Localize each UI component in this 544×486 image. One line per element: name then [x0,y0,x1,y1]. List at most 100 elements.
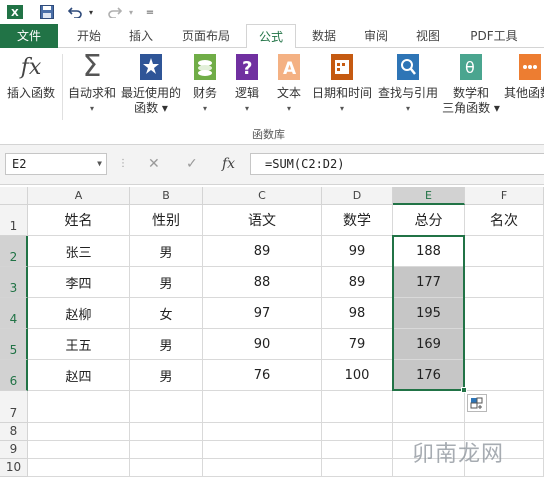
cell-a9[interactable] [28,441,130,459]
chevron-down-icon[interactable]: ▼ [97,154,102,174]
cell-b6[interactable]: 男 [130,360,203,391]
cell-b7[interactable] [130,391,203,423]
cell-b4[interactable]: 女 [130,298,203,329]
cancel-icon[interactable]: ✕ [148,153,160,175]
tab-review[interactable]: 审阅 [356,24,396,48]
cell-e2[interactable]: 188 [393,236,465,267]
cell-b9[interactable] [130,441,203,459]
date-time-button[interactable]: 日期和时间 ▾ [310,52,374,116]
customize-toolbar-button[interactable]: = [144,2,156,22]
cell-e6[interactable]: 176 [393,360,465,391]
cell-e5[interactable]: 169 [393,329,465,360]
redo-icon[interactable] [106,2,124,22]
row-header-9[interactable]: 9 [0,441,28,459]
column-header-c[interactable]: C [203,187,322,205]
cell-d4[interactable]: 98 [322,298,393,329]
cell-d10[interactable] [322,459,393,477]
cell-d1[interactable]: 数学 [322,205,393,236]
cell-e7[interactable] [393,391,465,423]
cell-e4[interactable]: 195 [393,298,465,329]
cell-c10[interactable] [203,459,322,477]
cell-a8[interactable] [28,423,130,441]
redo-dropdown[interactable]: ▾ [126,2,136,22]
cell-f6[interactable] [465,360,544,391]
cell-d6[interactable]: 100 [322,360,393,391]
cell-b10[interactable] [130,459,203,477]
cell-a4[interactable]: 赵柳 [28,298,130,329]
text-button[interactable]: A 文本 ▾ [272,52,306,116]
cell-b8[interactable] [130,423,203,441]
fill-handle[interactable] [461,387,467,393]
column-header-a[interactable]: A [28,187,130,205]
insert-function-fx-icon[interactable]: fx [222,153,235,175]
tab-view[interactable]: 视图 [408,24,448,48]
cell-c6[interactable]: 76 [203,360,322,391]
insert-function-button[interactable]: fx 插入函数 [4,52,58,101]
column-header-b[interactable]: B [130,187,203,205]
save-icon[interactable] [38,2,56,22]
cell-a10[interactable] [28,459,130,477]
column-header-e[interactable]: E [393,187,465,205]
cell-f3[interactable] [465,267,544,298]
cell-f5[interactable] [465,329,544,360]
cell-d2[interactable]: 99 [322,236,393,267]
cell-c4[interactable]: 97 [203,298,322,329]
financial-button[interactable]: 财务 ▾ [188,52,222,116]
cell-a6[interactable]: 赵四 [28,360,130,391]
cell-c9[interactable] [203,441,322,459]
column-header-f[interactable]: F [465,187,544,205]
math-trig-button[interactable]: θ 数学和 三角函数 ▾ [440,52,502,116]
cell-e3[interactable]: 177 [393,267,465,298]
cell-d9[interactable] [322,441,393,459]
lookup-reference-button[interactable]: 查找与引用 ▾ [376,52,440,116]
row-header-4[interactable]: 4 [0,298,28,329]
row-header-8[interactable]: 8 [0,423,28,441]
recently-used-button[interactable]: 最近使用的 函数 ▾ [120,52,182,116]
undo-icon[interactable] [66,2,84,22]
cell-a7[interactable] [28,391,130,423]
tab-page-layout[interactable]: 页面布局 [174,24,238,48]
row-header-7[interactable]: 7 [0,391,28,423]
tab-insert[interactable]: 插入 [122,24,160,48]
cell-d7[interactable] [322,391,393,423]
cell-a2[interactable]: 张三 [28,236,130,267]
column-header-d[interactable]: D [322,187,393,205]
cell-a1[interactable]: 姓名 [28,205,130,236]
cell-d8[interactable] [322,423,393,441]
row-header-5[interactable]: 5 [0,329,28,360]
tab-home[interactable]: 开始 [70,24,108,48]
cell-b2[interactable]: 男 [130,236,203,267]
cell-c8[interactable] [203,423,322,441]
cell-e1[interactable]: 总分 [393,205,465,236]
cell-d5[interactable]: 79 [322,329,393,360]
row-header-2[interactable]: 2 [0,236,28,267]
enter-icon[interactable]: ✓ [186,153,198,175]
cell-c5[interactable]: 90 [203,329,322,360]
cell-f2[interactable] [465,236,544,267]
name-box[interactable]: E2 ▼ [5,153,107,175]
tab-formulas[interactable]: 公式 [246,24,296,49]
quick-analysis-icon[interactable] [467,394,487,412]
row-header-6[interactable]: 6 [0,360,28,391]
cell-c7[interactable] [203,391,322,423]
tab-pdf-tools[interactable]: PDF工具 [462,24,526,48]
formula-input[interactable]: =SUM(C2:D2) [250,153,544,175]
logical-button[interactable]: ? 逻辑 ▾ [230,52,264,116]
row-header-1[interactable]: 1 [0,205,28,236]
autosum-button[interactable]: Σ 自动求和 ▾ [66,52,118,116]
cell-c2[interactable]: 89 [203,236,322,267]
cell-a3[interactable]: 李四 [28,267,130,298]
cell-d3[interactable]: 89 [322,267,393,298]
select-all-corner[interactable] [0,187,28,205]
cell-a5[interactable]: 王五 [28,329,130,360]
more-functions-button[interactable]: 其他函数 [504,52,544,101]
cell-c1[interactable]: 语文 [203,205,322,236]
undo-dropdown[interactable]: ▾ [86,2,96,22]
tab-file[interactable]: 文件 [0,24,58,48]
row-header-10[interactable]: 10 [0,459,28,477]
tab-data[interactable]: 数据 [304,24,344,48]
cell-b1[interactable]: 性别 [130,205,203,236]
cell-b5[interactable]: 男 [130,329,203,360]
cell-f1[interactable]: 名次 [465,205,544,236]
cell-f4[interactable] [465,298,544,329]
